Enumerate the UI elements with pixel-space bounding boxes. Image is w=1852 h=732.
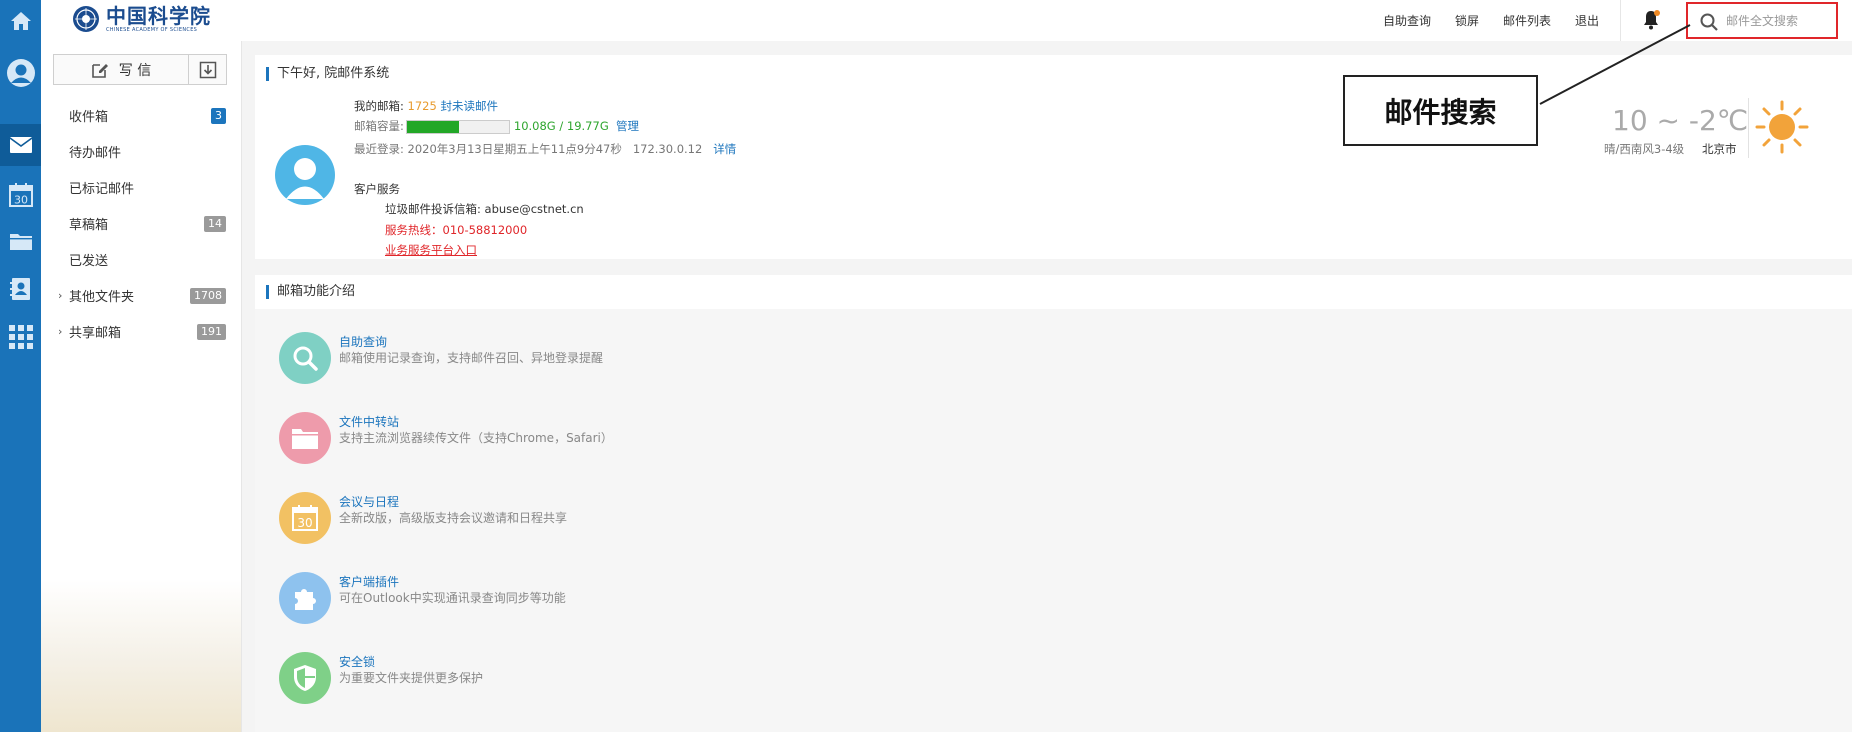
unread-count[interactable]: 1725: [408, 99, 437, 113]
folder-item[interactable]: 待办邮件: [53, 136, 229, 166]
annotation-arrow: [1539, 24, 1691, 105]
write-label: 写 信: [118, 62, 152, 79]
capacity-label: 邮箱容量:: [354, 119, 404, 133]
features-header: [255, 275, 1852, 309]
chevron-right-icon[interactable]: ›: [58, 325, 62, 338]
search-input[interactable]: [1726, 11, 1832, 31]
feature-calendar-day: 30: [297, 516, 312, 530]
spam-label: 垃圾邮件投诉信箱:: [385, 202, 481, 216]
annotation-label: 邮件搜索: [1343, 75, 1538, 146]
download-icon: [199, 61, 216, 78]
hotline: 服务热线：010-58812000: [385, 223, 528, 237]
search-icon[interactable]: [279, 332, 331, 384]
compose-icon: [91, 63, 108, 78]
feature-description: 邮箱使用记录查询，支持邮件召回、异地登录提醒: [339, 351, 604, 365]
feature-title[interactable]: 安全锁: [339, 653, 375, 670]
detail-link[interactable]: 详情: [713, 142, 736, 156]
top-link-lock-screen[interactable]: 锁屏: [1455, 12, 1479, 29]
feature-description: 全新改版，高级版支持会议邀请和日程共享: [339, 511, 568, 525]
feature-title[interactable]: 会议与日程: [339, 493, 399, 510]
plugin-icon[interactable]: [279, 572, 331, 624]
write-button[interactable]: 写 信: [53, 54, 189, 85]
manage-link[interactable]: 管理: [616, 119, 639, 133]
mailbox-line: 我的邮箱: 1725 封未读邮件: [354, 98, 498, 114]
capacity-text: 10.08G / 19.77G: [513, 119, 609, 133]
divider: [1748, 98, 1749, 158]
top-link-self-query[interactable]: 自助查询: [1383, 12, 1431, 29]
folder-label: 草稿箱: [69, 217, 109, 233]
import-button[interactable]: [189, 54, 227, 85]
icon-rail: 30: [0, 0, 41, 732]
folder-item[interactable]: 草稿箱 14: [53, 208, 229, 238]
avatar-icon[interactable]: [0, 52, 41, 94]
calendar-icon[interactable]: 30: [279, 492, 331, 544]
user-avatar: [275, 145, 335, 205]
unread-link[interactable]: 封未读邮件: [440, 99, 498, 113]
features-panel: [255, 275, 1852, 732]
folder-label: 共享邮箱: [69, 325, 122, 341]
capacity-bar: [405, 119, 510, 134]
folder-label: 待办邮件: [69, 145, 122, 161]
folder-count-badge: 14: [204, 216, 226, 232]
feature-description: 为重要文件夹提供更多保护: [339, 671, 484, 685]
folder-item[interactable]: › 共享邮箱 191: [53, 316, 229, 346]
cas-seal-icon: [73, 6, 99, 32]
service-title: 客户服务: [354, 182, 400, 196]
folder-count-badge: 3: [211, 108, 226, 124]
logo-en: CHINESE ACADEMY OF SCIENCES: [106, 26, 198, 33]
service-portal-link[interactable]: 业务服务平台入口: [385, 242, 477, 258]
feature-title[interactable]: 客户端插件: [339, 573, 399, 590]
feature-title[interactable]: 文件中转站: [339, 413, 399, 430]
weather-city: 北京市: [1702, 142, 1737, 156]
feature-description: 支持主流浏览器续传文件（支持Chrome，Safari）: [339, 431, 613, 445]
spam-line: 垃圾邮件投诉信箱: abuse@cstnet.cn: [385, 201, 584, 217]
last-login-label: 最近登录:: [354, 142, 404, 156]
greeting-title: 下午好, 院邮件系统: [266, 67, 389, 81]
folder-label: 已发送: [69, 253, 109, 269]
folder-item[interactable]: 已标记邮件: [53, 172, 229, 202]
calendar-icon[interactable]: 30: [0, 174, 41, 216]
folder-label: 收件箱: [69, 109, 109, 125]
last-login-ip: 172.30.0.12: [632, 142, 703, 156]
rail-calendar-day: 30: [14, 194, 28, 207]
capacity-bar-fill: [406, 120, 459, 133]
weather-desc: 晴/西南风3-4级: [1604, 142, 1685, 156]
last-login-time: 2020年3月13日星期五上午11点9分47秒: [407, 142, 622, 156]
mail-search-box[interactable]: [1686, 2, 1838, 39]
logo: 中国科学院 CHINESE ACADEMY OF SCIENCES: [72, 3, 211, 35]
search-icon: [1700, 13, 1718, 31]
mailbox-label: 我的邮箱:: [354, 99, 404, 113]
chevron-right-icon[interactable]: ›: [58, 289, 62, 302]
shield-icon[interactable]: [279, 652, 331, 704]
feature-description: 可在Outlook中实现通讯录查询同步等功能: [339, 591, 566, 605]
feature-title[interactable]: 自助查询: [339, 333, 387, 350]
folder-label: 其他文件夹: [69, 289, 135, 305]
apps-icon[interactable]: [0, 316, 41, 358]
folder-label: 已标记邮件: [69, 181, 135, 197]
sun-icon: [1755, 100, 1809, 154]
folder-item[interactable]: 已发送: [53, 244, 229, 274]
last-login-line: 最近登录: 2020年3月13日星期五上午11点9分47秒 172.30.0.1…: [354, 141, 736, 157]
folder-icon[interactable]: [279, 412, 331, 464]
mail-icon[interactable]: [0, 124, 41, 166]
folder-icon[interactable]: [0, 220, 41, 262]
folder-count-badge: 191: [197, 324, 226, 340]
contacts-icon[interactable]: [0, 268, 41, 310]
features-title: 邮箱功能介绍: [266, 285, 355, 299]
logo-cn: 中国科学院: [106, 3, 211, 28]
folder-item[interactable]: › 其他文件夹 1708: [53, 280, 229, 310]
folder-item[interactable]: 收件箱 3: [53, 100, 229, 130]
folder-count-badge: 1708: [190, 288, 226, 304]
capacity-line: 邮箱容量: 10.08G / 19.77G 管理: [354, 118, 639, 134]
home-icon[interactable]: [0, 1, 41, 41]
spam-email: abuse@cstnet.cn: [484, 202, 584, 216]
